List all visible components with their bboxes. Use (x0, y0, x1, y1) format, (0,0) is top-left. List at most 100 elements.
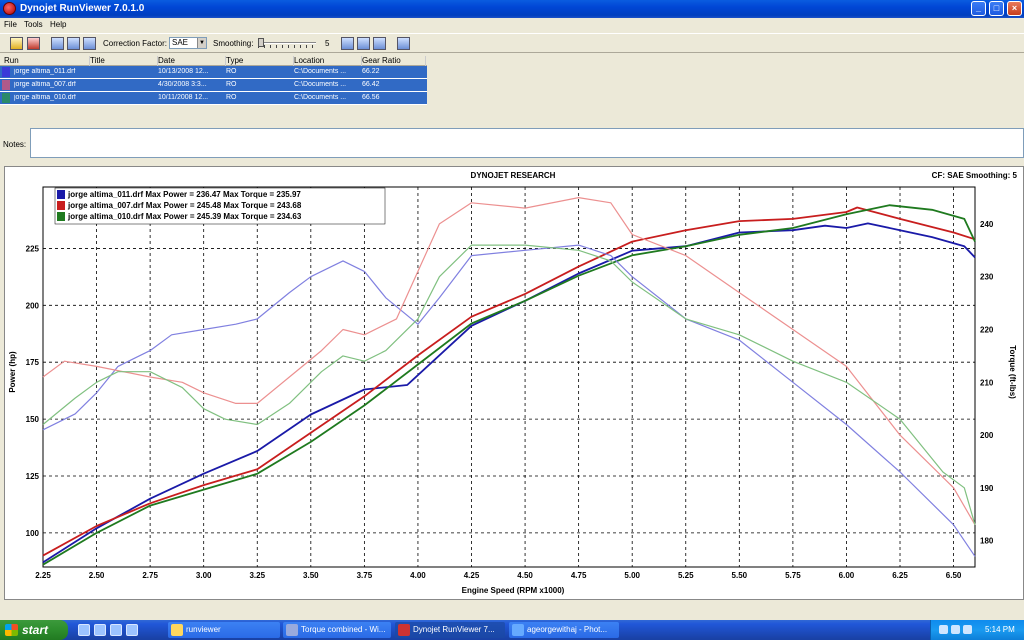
graph-torque-icon[interactable] (67, 37, 80, 50)
y-tick-label: 200 (26, 301, 40, 310)
remove-run-icon[interactable] (27, 37, 40, 50)
smoothing-value: 5 (325, 39, 330, 48)
run-color-swatch (2, 80, 10, 90)
print-icon[interactable] (357, 37, 370, 50)
run-date: 10/11/2008 12... (158, 94, 209, 101)
plot-area (42, 186, 976, 568)
menu-bar: File Tools Help (0, 18, 1024, 32)
export-icon[interactable] (373, 37, 386, 50)
smoothing-label: Smoothing: (213, 39, 254, 48)
run-row[interactable]: jorge altima_007.drf 4/30/2008 3:3... RO… (0, 79, 427, 91)
run-type: RO (226, 94, 237, 101)
task-label: Dynojet RunViewer 7... (413, 625, 495, 634)
x-tick-label: 5.75 (785, 571, 801, 580)
chart-title: DYNOJET RESEARCH (471, 171, 556, 180)
legend-entry: jorge altima_007.drf Max Power = 245.48 … (67, 201, 302, 210)
graph-both-icon[interactable] (83, 37, 96, 50)
x-tick-label: 4.75 (571, 571, 587, 580)
ie-icon[interactable] (110, 624, 122, 636)
col-type[interactable]: Type (226, 56, 294, 66)
explorer-icon[interactable] (94, 624, 106, 636)
app-icon (3, 2, 16, 15)
run-color-swatch (2, 67, 10, 77)
task-torque-combined[interactable]: Torque combined - Wi... (283, 622, 391, 638)
legend-swatch (57, 212, 65, 221)
security-icon[interactable] (963, 625, 972, 634)
col-date[interactable]: Date (158, 56, 226, 66)
clock: 5:14 PM (985, 625, 1015, 634)
x-tick-label: 3.25 (249, 571, 265, 580)
x-tick-label: 3.50 (303, 571, 319, 580)
y2-tick-label: 180 (980, 537, 994, 546)
run-gear-ratio: 66.42 (362, 81, 380, 88)
y2-tick-label: 210 (980, 378, 994, 387)
run-list: Run Title Date Type Location Gear Ratio … (0, 54, 427, 105)
desktop-icon[interactable] (78, 624, 90, 636)
col-run[interactable]: Run (4, 56, 90, 66)
ie-icon (512, 624, 524, 636)
run-name: jorge altima_011.drf (14, 68, 76, 75)
dyno-chart: DYNOJET RESEARCH CF: SAE Smoothing: 5 2.… (4, 166, 1024, 600)
y-tick-label: 150 (26, 415, 40, 424)
x-tick-label: 5.25 (678, 571, 694, 580)
run-name: jorge altima_010.drf (14, 94, 76, 101)
run-row[interactable]: jorge altima_010.drf 10/11/2008 12... RO… (0, 92, 427, 104)
y-tick-label: 100 (26, 529, 40, 538)
task-runviewer-folder[interactable]: runviewer (168, 622, 280, 638)
chart-settings: CF: SAE Smoothing: 5 (932, 171, 1018, 180)
run-color-swatch (2, 93, 10, 103)
dynojet-icon (398, 624, 410, 636)
x-tick-label: 2.50 (89, 571, 105, 580)
run-type: RO (226, 81, 237, 88)
y2-tick-label: 240 (980, 220, 994, 229)
task-photobucket[interactable]: ageorgewithaj - Phot... (509, 622, 619, 638)
task-label: ageorgewithaj - Phot... (527, 625, 608, 634)
smoothing-slider[interactable] (258, 38, 316, 48)
network-icon[interactable] (939, 625, 948, 634)
menu-help[interactable]: Help (50, 20, 66, 29)
slider-thumb[interactable] (258, 38, 264, 47)
run-list-header: Run Title Date Type Location Gear Ratio (0, 54, 427, 66)
x-tick-label: 4.00 (410, 571, 426, 580)
cursor-icon[interactable] (397, 37, 410, 50)
chevron-down-icon[interactable]: ▼ (197, 38, 206, 48)
legend-swatch (57, 190, 65, 199)
run-location: C:\Documents ... (294, 68, 347, 75)
col-location[interactable]: Location (294, 56, 362, 66)
x-tick-label: 3.75 (357, 571, 373, 580)
x-tick-label: 2.25 (35, 571, 51, 580)
minimize-button[interactable]: _ (971, 1, 986, 16)
x-tick-label: 6.50 (946, 571, 962, 580)
y-axis-label: Power (hp) (8, 351, 17, 393)
x-tick-label: 6.00 (839, 571, 855, 580)
col-gear-ratio[interactable]: Gear Ratio (362, 56, 426, 66)
legend-entry: jorge altima_010.drf Max Power = 245.39 … (67, 212, 302, 221)
start-button[interactable]: start (0, 620, 68, 640)
volume-icon[interactable] (951, 625, 960, 634)
close-button[interactable]: × (1007, 1, 1022, 16)
notes-field[interactable] (30, 128, 1024, 158)
y2-tick-label: 190 (980, 484, 994, 493)
run-row[interactable]: jorge altima_011.drf 10/13/2008 12... RO… (0, 66, 427, 78)
y2-tick-label: 200 (980, 431, 994, 440)
run-location: C:\Documents ... (294, 94, 347, 101)
col-title[interactable]: Title (90, 56, 158, 66)
x-tick-label: 3.00 (196, 571, 212, 580)
task-dynojet[interactable]: Dynojet RunViewer 7... (395, 622, 505, 638)
open-icon[interactable] (10, 37, 23, 50)
run-name: jorge altima_007.drf (14, 81, 76, 88)
run-type: RO (226, 68, 237, 75)
correction-factor-label: Correction Factor: (103, 39, 168, 48)
window-title-bar[interactable]: Dynojet RunViewer 7.0.1.0 _ □ × (0, 0, 1024, 18)
chart-svg: DYNOJET RESEARCH CF: SAE Smoothing: 5 2.… (8, 171, 1018, 595)
menu-file[interactable]: File (4, 20, 17, 29)
x-tick-label: 2.75 (142, 571, 158, 580)
zoom-icon[interactable] (341, 37, 354, 50)
run-gear-ratio: 66.56 (362, 94, 380, 101)
correction-factor-select[interactable]: SAE ▼ (169, 37, 207, 49)
menu-tools[interactable]: Tools (24, 20, 43, 29)
media-icon[interactable] (126, 624, 138, 636)
x-tick-label: 5.00 (624, 571, 640, 580)
maximize-button[interactable]: □ (989, 1, 1004, 16)
graph-power-icon[interactable] (51, 37, 64, 50)
